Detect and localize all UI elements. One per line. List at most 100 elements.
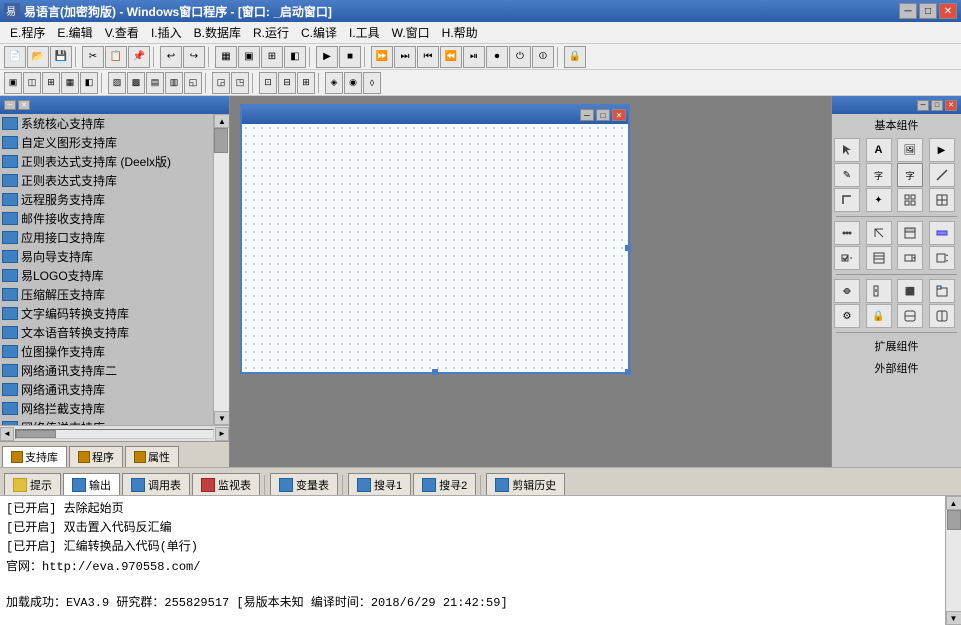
list-item[interactable]: 应用接口支持库	[0, 228, 213, 247]
tb-copy[interactable]: 📋	[105, 46, 127, 68]
menu-run[interactable]: R.运行	[247, 22, 295, 43]
tb-r6[interactable]: ⏺	[486, 46, 508, 68]
btab-search1[interactable]: 搜寻1	[348, 473, 411, 495]
rp-spin-tool[interactable]	[929, 246, 955, 270]
tb2-b16[interactable]: ◈	[325, 72, 343, 94]
menu-edit[interactable]: E.编辑	[51, 22, 98, 43]
left-panel-scrollbar[interactable]: ▲ ▼	[213, 114, 229, 425]
rp-text-tool[interactable]: A	[866, 138, 892, 162]
rp-star-tool[interactable]: ✦	[866, 188, 892, 212]
menu-tools[interactable]: I.工具	[343, 22, 386, 43]
tb2-b1[interactable]: ▣	[4, 72, 22, 94]
list-item[interactable]: 邮件接收支持库	[0, 209, 213, 228]
design-canvas[interactable]	[242, 124, 628, 372]
list-item[interactable]: 易向导支持库	[0, 247, 213, 266]
rp-textbox-tool[interactable]: 字	[897, 163, 923, 187]
tb2-b5[interactable]: ◧	[80, 72, 98, 94]
rp-corner-tool[interactable]	[866, 221, 892, 245]
tb-new[interactable]: 📄	[4, 46, 26, 68]
rp-min-btn[interactable]: ─	[917, 100, 929, 111]
tb-b2[interactable]: ▣	[238, 46, 260, 68]
rp-panel-tool[interactable]	[897, 221, 923, 245]
tb-run[interactable]: ▶	[316, 46, 338, 68]
tb2-b18[interactable]: ◊	[363, 72, 381, 94]
tb2-b2[interactable]: ◫	[23, 72, 41, 94]
rp-arrow-tool[interactable]	[834, 188, 860, 212]
rp-img2-tool[interactable]: ⬛	[897, 279, 923, 303]
tb-r2[interactable]: ⏭	[394, 46, 416, 68]
rp-gear-tool[interactable]: ⚙	[834, 304, 860, 328]
hscroll-left-btn[interactable]: ◄	[0, 427, 14, 441]
tb-save[interactable]: 💾	[50, 46, 72, 68]
list-item[interactable]: 网络拦截支持库	[0, 399, 213, 418]
rp-tab-tool[interactable]	[929, 279, 955, 303]
tb-r7[interactable]: ⏻	[509, 46, 531, 68]
rp-table-tool[interactable]	[929, 188, 955, 212]
list-item[interactable]: 位图操作支持库	[0, 342, 213, 361]
tb-b1[interactable]: ▦	[215, 46, 237, 68]
tb-b3[interactable]: ⊞	[261, 46, 283, 68]
rp-r1-tool[interactable]	[897, 304, 923, 328]
rp-r2-tool[interactable]	[929, 304, 955, 328]
close-button[interactable]: ✕	[939, 3, 957, 19]
tb-lock[interactable]: 🔒	[564, 46, 586, 68]
hscroll-thumb[interactable]	[16, 430, 56, 438]
scroll-thumb[interactable]	[214, 128, 228, 153]
rp-run-tool[interactable]: ▶	[929, 138, 955, 162]
rp-edit-tool[interactable]: ✎	[834, 163, 860, 187]
output-scroll-thumb[interactable]	[947, 510, 961, 530]
rp-bar-tool[interactable]	[929, 221, 955, 245]
tab-support-lib[interactable]: 支持库	[2, 446, 67, 467]
rp-font-tool[interactable]: 字	[866, 163, 892, 187]
list-item[interactable]: 系统核心支持库	[0, 114, 213, 133]
btab-search2[interactable]: 搜寻2	[413, 473, 476, 495]
list-item[interactable]: 自定义图形支持库	[0, 133, 213, 152]
tb-undo[interactable]: ↩	[160, 46, 182, 68]
btab-vars[interactable]: 变量表	[270, 473, 338, 495]
resize-bottom-center[interactable]	[432, 369, 438, 375]
tb2-b7[interactable]: ▩	[127, 72, 145, 94]
tb-paste[interactable]: 📌	[128, 46, 150, 68]
tb2-b6[interactable]: ▨	[108, 72, 126, 94]
rp-list-tool[interactable]	[866, 246, 892, 270]
output-scrollbar[interactable]: ▲ ▼	[945, 496, 961, 625]
list-item[interactable]: 压缩解压支持库	[0, 285, 213, 304]
btab-debug[interactable]: 调用表	[122, 473, 190, 495]
lp-min-btn[interactable]: ─	[4, 100, 16, 110]
tb-stop[interactable]: ■	[339, 46, 361, 68]
inner-close-btn[interactable]: ✕	[612, 109, 626, 121]
btab-clipboard[interactable]: 剪辑历史	[486, 473, 565, 495]
menu-window[interactable]: W.窗口	[386, 22, 436, 43]
tb2-b10[interactable]: ◱	[184, 72, 202, 94]
scroll-up-btn[interactable]: ▲	[214, 114, 229, 128]
rp-line-tool[interactable]	[929, 163, 955, 187]
menu-help[interactable]: H.帮助	[436, 22, 484, 43]
rp-combo-tool[interactable]	[897, 246, 923, 270]
tb2-b8[interactable]: ▤	[146, 72, 164, 94]
list-item[interactable]: 正则表达式支持库	[0, 171, 213, 190]
rp-dots-tool[interactable]	[834, 221, 860, 245]
rp-slider-tool[interactable]	[834, 279, 860, 303]
list-item[interactable]: 文字编码转换支持库	[0, 304, 213, 323]
tb-redo[interactable]: ↪	[183, 46, 205, 68]
rp-close-btn[interactable]: ✕	[945, 100, 957, 111]
menu-view[interactable]: V.查看	[99, 22, 145, 43]
menu-compile[interactable]: C.编译	[295, 22, 343, 43]
list-item[interactable]: 网络通讯支持库二	[0, 361, 213, 380]
rp-scroll-tool[interactable]	[866, 279, 892, 303]
inner-max-btn[interactable]: □	[596, 109, 610, 121]
minimize-button[interactable]: ─	[899, 3, 917, 19]
btab-watch[interactable]: 监视表	[192, 473, 260, 495]
tb-r1[interactable]: ⏩	[371, 46, 393, 68]
list-item[interactable]: 网络传送支持库	[0, 418, 213, 425]
list-item[interactable]: 易LOGO支持库	[0, 266, 213, 285]
tb-r4[interactable]: ⏪	[440, 46, 462, 68]
tb-r8[interactable]: ⏼	[532, 46, 554, 68]
btab-output[interactable]: 输出	[63, 473, 120, 495]
list-item[interactable]: 正则表达式支持库 (Deelx版)	[0, 152, 213, 171]
tb2-b17[interactable]: ◉	[344, 72, 362, 94]
list-item[interactable]: 文本语音转换支持库	[0, 323, 213, 342]
resize-bottom-right[interactable]	[625, 369, 631, 375]
inner-min-btn[interactable]: ─	[580, 109, 594, 121]
tb2-b14[interactable]: ⊟	[278, 72, 296, 94]
